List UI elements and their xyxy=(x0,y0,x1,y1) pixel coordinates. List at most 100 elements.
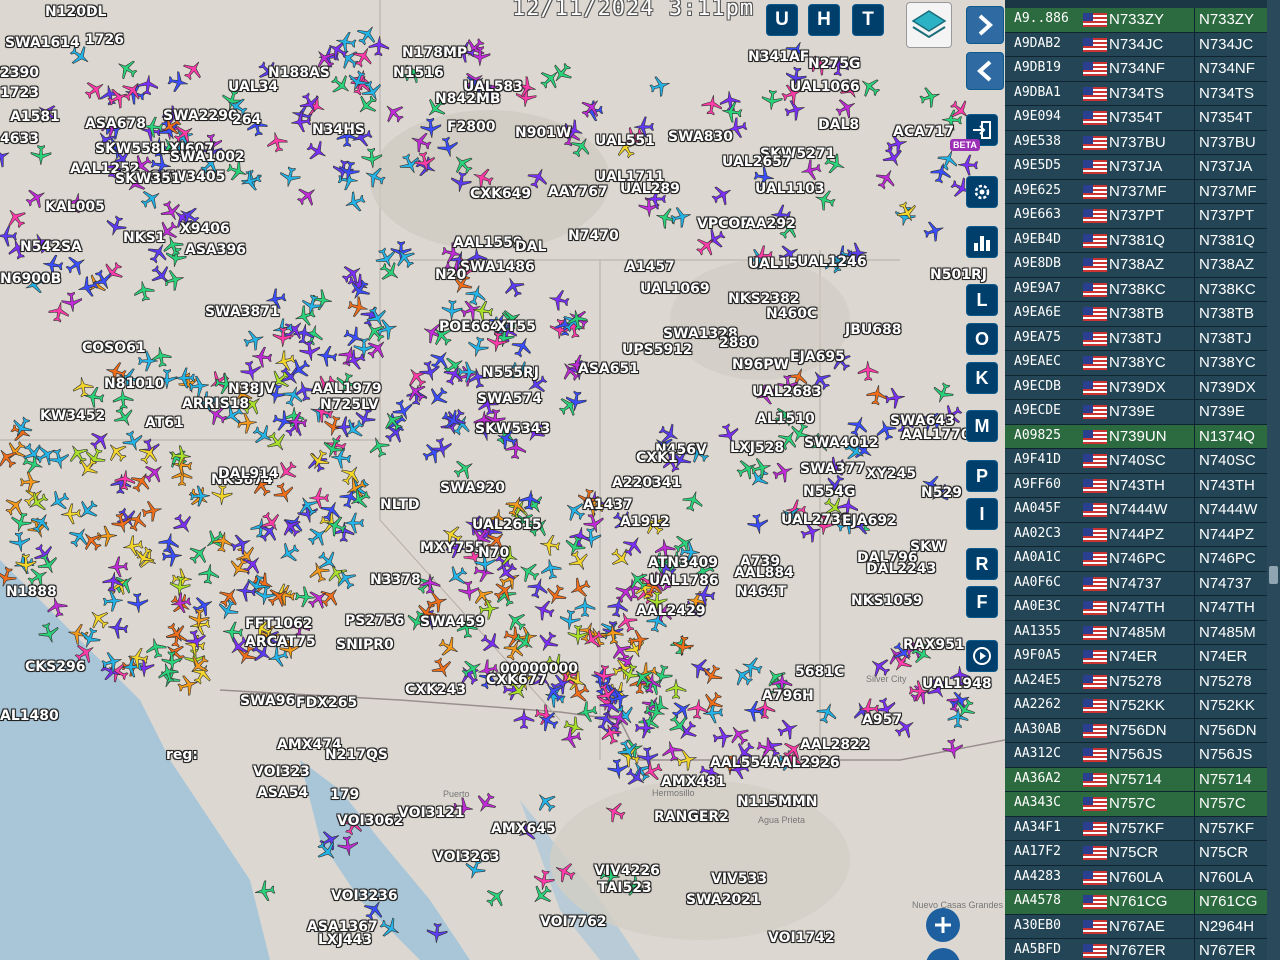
aircraft-icon[interactable] xyxy=(513,708,535,730)
aircraft-icon[interactable] xyxy=(77,499,99,521)
aircraft-callsign-label[interactable]: RAX951 xyxy=(903,638,965,653)
aircraft-icon[interactable] xyxy=(88,608,110,630)
aircraft-callsign-label[interactable]: AAL554 xyxy=(710,756,770,771)
table-row[interactable]: AA02C3 N744PZ N744PZ xyxy=(1005,522,1267,547)
aircraft-icon[interactable] xyxy=(859,76,881,98)
aircraft-callsign-label[interactable]: A1581 xyxy=(10,110,60,125)
aircraft-callsign-label[interactable]: N341AF xyxy=(748,50,809,65)
aircraft-icon[interactable] xyxy=(325,515,347,537)
aircraft-callsign-label[interactable]: N542SA xyxy=(20,240,82,255)
aircraft-icon[interactable] xyxy=(30,512,52,534)
aircraft-callsign-label[interactable]: N96PW xyxy=(732,358,789,373)
aircraft-icon[interactable] xyxy=(711,184,733,206)
aircraft-icon[interactable] xyxy=(681,490,704,512)
aircraft-icon[interactable] xyxy=(114,469,136,491)
aircraft-icon[interactable] xyxy=(89,429,111,451)
aircraft-icon[interactable] xyxy=(761,89,783,111)
aircraft-callsign-label[interactable]: NKS1059 xyxy=(851,594,923,609)
aircraft-icon[interactable] xyxy=(431,657,453,679)
aircraft-callsign-label[interactable]: VIV4226 xyxy=(594,864,660,879)
aircraft-callsign-label[interactable]: AAL2429 xyxy=(636,604,706,619)
m-button[interactable]: M xyxy=(966,410,998,442)
aircraft-icon[interactable] xyxy=(161,545,183,567)
aircraft-icon[interactable] xyxy=(695,235,717,257)
aircraft-callsign-label[interactable]: UAL15 xyxy=(748,257,798,272)
aircraft-icon[interactable] xyxy=(169,575,191,597)
aircraft-callsign-label[interactable]: SWA920 xyxy=(440,481,505,496)
table-row[interactable]: A9ECDE N739E N739E xyxy=(1005,400,1267,425)
table-row[interactable]: A9EA6E N738TB N738TB xyxy=(1005,302,1267,327)
aircraft-callsign-label[interactable]: ASA396 xyxy=(185,243,246,258)
aircraft-callsign-label[interactable]: SNIPR0 xyxy=(336,638,394,653)
aircraft-icon[interactable] xyxy=(127,647,149,669)
table-row[interactable]: A9DB19 N734NF N734NF xyxy=(1005,57,1267,82)
aircraft-icon[interactable] xyxy=(316,840,338,862)
aircraft-callsign-label[interactable]: 1723 xyxy=(0,86,39,101)
aircraft-icon[interactable] xyxy=(634,717,656,739)
aircraft-icon[interactable] xyxy=(625,766,647,788)
aircraft-icon[interactable] xyxy=(335,31,357,53)
l-button[interactable]: L xyxy=(966,284,998,316)
table-row[interactable]: AA4578 N761CG N761CG xyxy=(1005,890,1267,915)
aircraft-icon[interactable] xyxy=(537,710,560,732)
aircraft-callsign-label[interactable]: TAI523 xyxy=(598,881,652,896)
aircraft-icon[interactable] xyxy=(554,861,576,883)
flight-map[interactable]: N120DL SWA1614 1726 2390 1723 A1581 ASA678 4633… xyxy=(0,0,1005,960)
table-row[interactable]: A9E5D5 N737JA N737JA xyxy=(1005,155,1267,180)
aircraft-icon[interactable] xyxy=(38,622,60,644)
aircraft-icon[interactable] xyxy=(593,664,615,686)
aircraft-callsign-label[interactable]: UAL583 xyxy=(463,80,523,95)
i-button[interactable]: I xyxy=(966,498,998,530)
aircraft-callsign-label[interactable]: UAL1103 xyxy=(755,182,825,197)
aircraft-icon[interactable] xyxy=(882,146,904,168)
aircraft-callsign-label[interactable]: CXK1 xyxy=(636,451,678,466)
aircraft-icon[interactable] xyxy=(337,835,359,857)
aircraft-callsign-label[interactable]: LXJ528 xyxy=(730,441,784,456)
table-row[interactable]: A9E625 N737MF N737MF xyxy=(1005,179,1267,204)
aircraft-callsign-label[interactable]: KW3452 xyxy=(40,409,105,424)
aircraft-icon[interactable] xyxy=(604,801,626,823)
aircraft-callsign-label[interactable]: A957 xyxy=(862,713,902,728)
table-row[interactable]: A9E9A7 N738KC N738KC xyxy=(1005,277,1267,302)
aircraft-icon[interactable] xyxy=(617,739,639,761)
aircraft-icon[interactable] xyxy=(535,791,557,813)
table-row[interactable]: AA5BFD N767ER N767ER xyxy=(1005,939,1267,960)
aircraft-callsign-label[interactable]: COSO61 xyxy=(82,341,146,356)
aircraft-callsign-label[interactable]: AAL1979 xyxy=(312,382,382,397)
aircraft-callsign-label[interactable]: UPS5912 xyxy=(622,343,693,358)
aircraft-callsign-label[interactable]: N1888 xyxy=(6,585,57,600)
aircraft-callsign-label[interactable]: N501RJ xyxy=(930,268,987,283)
aircraft-icon[interactable] xyxy=(299,340,321,362)
aircraft-callsign-label[interactable]: AT61 xyxy=(145,416,184,431)
aircraft-callsign-label[interactable]: N38JV xyxy=(228,382,275,397)
table-row[interactable]: AA34F1 N757KF N757KF xyxy=(1005,816,1267,841)
aircraft-icon[interactable] xyxy=(747,513,769,535)
aircraft-icon[interactable] xyxy=(251,346,273,368)
aircraft-callsign-label[interactable]: UAL1069 xyxy=(640,282,710,297)
aircraft-callsign-label[interactable]: ASA651 xyxy=(578,362,639,377)
table-row[interactable]: A9E663 N737PT N737PT xyxy=(1005,204,1267,229)
aircraft-icon[interactable] xyxy=(427,386,449,408)
aircraft-icon[interactable] xyxy=(116,58,138,80)
aircraft-callsign-label[interactable]: SWA2290 xyxy=(163,109,238,124)
aircraft-callsign-label[interactable]: N115MMN xyxy=(737,795,818,810)
aircraft-callsign-label[interactable]: SWA1002 xyxy=(170,150,245,165)
table-row[interactable]: AA1355 N7485M N7485M xyxy=(1005,620,1267,645)
aircraft-callsign-label[interactable]: UAL1066 xyxy=(790,80,860,95)
aircraft-icon[interactable] xyxy=(361,80,383,102)
table-row[interactable]: A9EAEC N738YC N738YC xyxy=(1005,351,1267,376)
aircraft-icon[interactable] xyxy=(228,557,250,579)
aircraft-icon[interactable] xyxy=(349,488,371,510)
aircraft-icon[interactable] xyxy=(580,97,602,119)
aircraft-icon[interactable] xyxy=(185,629,207,651)
aircraft-callsign-label[interactable]: VOI3062 xyxy=(337,814,404,829)
aircraft-icon[interactable] xyxy=(941,738,964,760)
aircraft-icon[interactable] xyxy=(414,151,436,173)
aircraft-icon[interactable] xyxy=(513,631,535,653)
aircraft-icon[interactable] xyxy=(923,220,945,242)
aircraft-icon[interactable] xyxy=(9,531,31,553)
aircraft-callsign-label[interactable]: X9406 xyxy=(180,222,230,237)
aircraft-icon[interactable] xyxy=(954,698,976,720)
aircraft-icon[interactable] xyxy=(420,117,442,139)
aircraft-icon[interactable] xyxy=(426,591,448,613)
